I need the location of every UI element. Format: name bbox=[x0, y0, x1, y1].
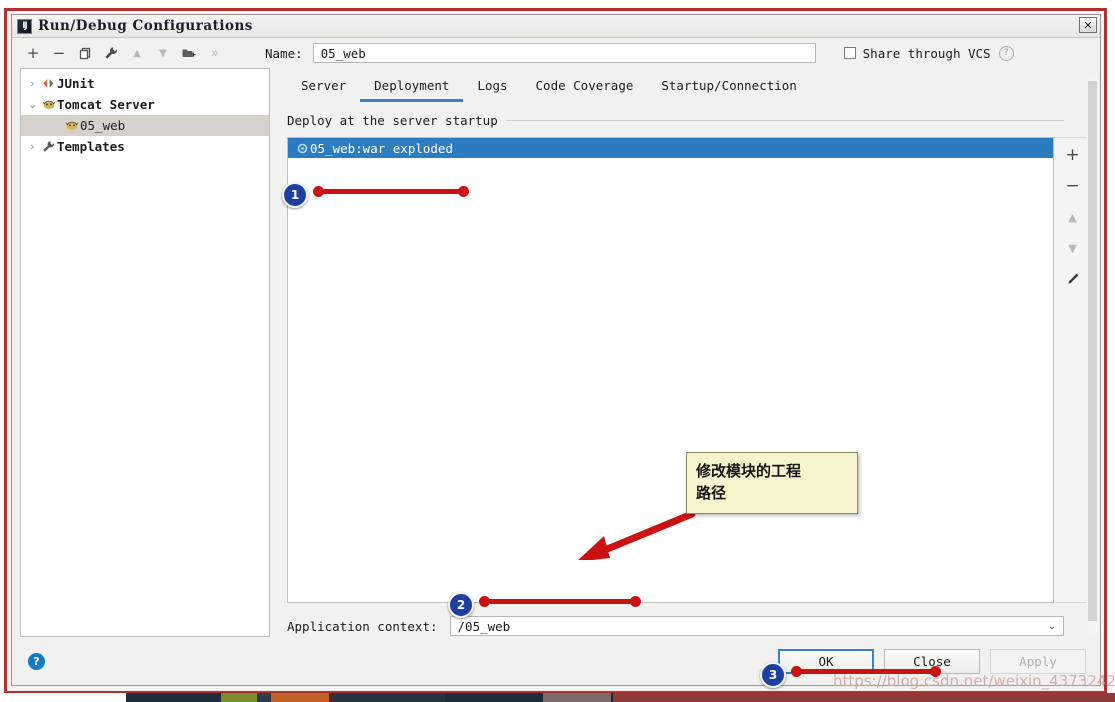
new-folder-icon[interactable] bbox=[176, 42, 202, 64]
tab-startup-connection[interactable]: Startup/Connection bbox=[647, 72, 810, 102]
move-artifact-up-icon[interactable]: ▲ bbox=[1061, 206, 1085, 228]
tree-twisty-icon[interactable]: ⌄ bbox=[25, 98, 40, 111]
annotation-connector-dot bbox=[630, 596, 641, 607]
editor-tabs: ServerDeploymentLogsCode CoverageStartup… bbox=[279, 68, 1092, 102]
application-context-label: Application context: bbox=[287, 619, 438, 634]
taskbar-segment bbox=[333, 693, 445, 702]
application-context-input[interactable]: /05_web ⌄ bbox=[450, 616, 1064, 636]
share-through-vcs-row: Share through VCS ? bbox=[844, 46, 1014, 61]
sidebar-item-label: JUnit bbox=[57, 76, 95, 91]
run-debug-configurations-dialog: IJ Run/Debug Configurations ✕ +−▲▼» Name… bbox=[11, 14, 1101, 686]
dialog-titlebar: IJ Run/Debug Configurations ✕ bbox=[12, 15, 1100, 38]
tab-server[interactable]: Server bbox=[287, 72, 360, 102]
artifact-list-item[interactable]: 05_web:war exploded bbox=[288, 138, 1053, 158]
sidebar-item-label: Templates bbox=[57, 139, 125, 154]
apply-button: Apply bbox=[990, 649, 1086, 674]
junit-icon bbox=[40, 78, 57, 89]
taskbar-segment bbox=[613, 693, 1115, 702]
annotation-note-line1: 修改模块的工程 bbox=[696, 460, 857, 482]
taskbar-segment bbox=[257, 693, 271, 702]
tab-deployment[interactable]: Deployment bbox=[360, 72, 463, 102]
tab-logs[interactable]: Logs bbox=[463, 72, 521, 102]
sidebar-item-05-web[interactable]: 05_web bbox=[21, 115, 269, 136]
deploy-group-title: Deploy at the server startup bbox=[287, 113, 498, 128]
share-help-icon[interactable]: ? bbox=[999, 46, 1014, 61]
name-input[interactable]: 05_web bbox=[313, 43, 816, 63]
more-icon[interactable]: » bbox=[202, 42, 228, 64]
tree-twisty-icon[interactable]: › bbox=[25, 77, 40, 90]
wrench-icon bbox=[40, 140, 57, 153]
move-up-icon[interactable]: ▲ bbox=[124, 42, 150, 64]
dialog-body: › JUnit ⌄ Tomcat Server 05_web › Templates Ser… bbox=[12, 68, 1100, 637]
artifact-list-zone: 05_web:war exploded + − ▲ ▼ bbox=[287, 137, 1092, 603]
name-label: Name: bbox=[265, 46, 303, 61]
artifact-label: 05_web:war exploded bbox=[310, 141, 453, 156]
taskbar-segment bbox=[126, 693, 221, 702]
tomcat-icon bbox=[63, 120, 80, 131]
configurations-tree[interactable]: › JUnit ⌄ Tomcat Server 05_web › Templates bbox=[20, 68, 270, 637]
annotation-connector-dot bbox=[791, 666, 802, 677]
annotation-connector-dot bbox=[458, 186, 469, 197]
sidebar-item-junit[interactable]: › JUnit bbox=[21, 73, 269, 94]
move-down-icon[interactable]: ▼ bbox=[150, 42, 176, 64]
remove-icon[interactable]: − bbox=[46, 42, 72, 64]
annotation-note: 修改模块的工程 路径 bbox=[686, 452, 858, 514]
deployment-panel: Deploy at the server startup 05_web:war … bbox=[279, 102, 1092, 637]
application-context-value: /05_web bbox=[458, 619, 511, 634]
annotation-connector-line bbox=[484, 599, 636, 604]
desktop-taskbar bbox=[0, 693, 1115, 702]
tab-code-coverage[interactable]: Code Coverage bbox=[522, 72, 648, 102]
help-icon[interactable]: ? bbox=[28, 653, 45, 670]
artifact-list[interactable]: 05_web:war exploded bbox=[287, 137, 1054, 603]
group-divider bbox=[506, 120, 1064, 121]
taskbar-segment bbox=[271, 693, 329, 702]
remove-artifact-icon[interactable]: − bbox=[1061, 175, 1085, 197]
taskbar-segment bbox=[543, 693, 611, 702]
edit-templates-icon[interactable] bbox=[98, 42, 124, 64]
annotation-badge-1: 1 bbox=[282, 182, 308, 208]
chevron-down-icon[interactable]: ⌄ bbox=[1048, 617, 1056, 635]
intellij-logo-icon: IJ bbox=[17, 19, 32, 34]
sidebar-item-label: 05_web bbox=[80, 118, 125, 133]
taskbar-segment bbox=[221, 693, 257, 702]
toolbar-and-name-row: +− ▲▼ » Name: 05_web Share through VCS ? bbox=[12, 38, 1100, 68]
move-artifact-down-icon[interactable]: ▼ bbox=[1061, 237, 1085, 259]
artifact-icon bbox=[294, 143, 310, 154]
dialog-title: Run/Debug Configurations bbox=[38, 18, 253, 34]
dialog-scrollbar-thumb[interactable] bbox=[1088, 81, 1097, 621]
close-icon[interactable]: ✕ bbox=[1079, 17, 1097, 33]
deploy-group-header: Deploy at the server startup bbox=[287, 110, 1092, 130]
application-context-row: Application context: /05_web ⌄ bbox=[287, 615, 1092, 637]
configurations-toolbar: +− ▲▼ » bbox=[20, 42, 263, 64]
taskbar-segment bbox=[0, 693, 126, 702]
sidebar-item-tomcat-server[interactable]: ⌄ Tomcat Server bbox=[21, 94, 269, 115]
watermark: https://blog.csdn.net/weixin_43732424 bbox=[833, 672, 1115, 690]
copy-icon[interactable] bbox=[72, 42, 98, 64]
taskbar-segment bbox=[445, 693, 543, 702]
dialog-scrollbar[interactable] bbox=[1087, 75, 1098, 635]
edit-artifact-icon[interactable] bbox=[1061, 268, 1085, 290]
share-through-vcs-checkbox[interactable] bbox=[844, 47, 856, 59]
share-through-vcs-label: Share through VCS bbox=[863, 46, 991, 61]
add-icon[interactable]: + bbox=[20, 42, 46, 64]
sidebar-item-label: Tomcat Server bbox=[57, 97, 155, 112]
configuration-editor: ServerDeploymentLogsCode CoverageStartup… bbox=[279, 68, 1092, 637]
annotation-connector-dot bbox=[313, 186, 324, 197]
tomcat-icon bbox=[40, 99, 57, 110]
annotation-note-line2: 路径 bbox=[696, 482, 857, 504]
sidebar-item-templates[interactable]: › Templates bbox=[21, 136, 269, 157]
annotation-connector-line bbox=[318, 189, 464, 194]
add-artifact-icon[interactable]: + bbox=[1061, 144, 1085, 166]
annotation-badge-3: 3 bbox=[760, 662, 786, 688]
annotation-connector-dot bbox=[479, 596, 490, 607]
tree-twisty-icon[interactable]: › bbox=[25, 140, 40, 153]
annotation-badge-2: 2 bbox=[448, 592, 474, 618]
